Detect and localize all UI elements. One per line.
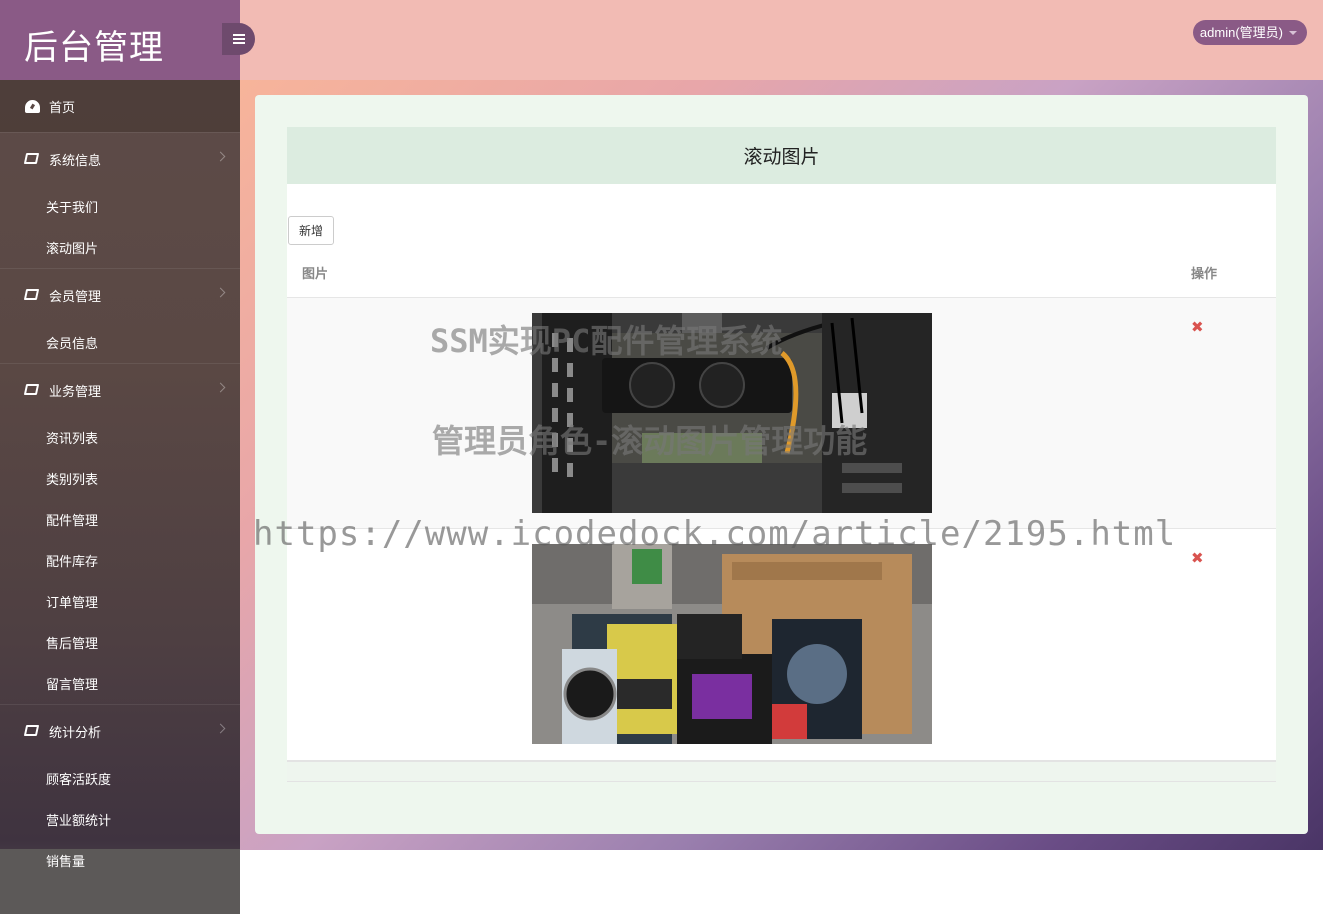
column-header-actions: 操作 bbox=[1191, 266, 1218, 281]
sidebar-item-scroll-images[interactable]: 滚动图片 bbox=[0, 227, 240, 268]
carousel-image bbox=[532, 313, 932, 513]
sidebar-item-label: 营业额统计 bbox=[46, 813, 112, 828]
sidebar-item-label: 会员信息 bbox=[46, 336, 99, 351]
sidebar-item-label: 关于我们 bbox=[46, 200, 99, 215]
add-button[interactable]: 新增 bbox=[288, 216, 334, 245]
sidebar-group-label: 会员管理 bbox=[49, 289, 102, 304]
carousel-image bbox=[532, 544, 932, 744]
sidebar-item-label: 首页 bbox=[49, 99, 76, 115]
sidebar-item-parts-management[interactable]: 配件管理 bbox=[0, 499, 240, 540]
user-menu-button[interactable]: admin(管理员) bbox=[1192, 20, 1307, 45]
sidebar-item-parts-inventory[interactable]: 配件库存 bbox=[0, 540, 240, 581]
sidebar-item-customer-activity[interactable]: 顾客活跃度 bbox=[0, 758, 240, 799]
top-header: admin(管理员) bbox=[240, 0, 1323, 80]
sidebar-group-member-management[interactable]: 会员管理 bbox=[0, 268, 240, 322]
table-row: ✖ bbox=[287, 298, 1276, 529]
sidebar-item-label: 配件库存 bbox=[46, 554, 99, 569]
chevron-right-icon bbox=[215, 382, 226, 393]
sidebar-group-system-info[interactable]: 系统信息 bbox=[0, 132, 240, 186]
caret-down-icon bbox=[1289, 31, 1297, 35]
card-body: 新增 图片 操作 ✖ ✖ bbox=[287, 184, 1276, 782]
sidebar-item-news-list[interactable]: 资讯列表 bbox=[0, 417, 240, 458]
column-header-image: 图片 bbox=[302, 266, 329, 281]
chevron-right-icon bbox=[215, 287, 226, 298]
app-title: 后台管理 bbox=[24, 28, 164, 68]
sidebar-item-label: 销售量 bbox=[46, 854, 86, 869]
sidebar-group-statistics[interactable]: 统计分析 bbox=[0, 704, 240, 758]
sidebar-item-messages[interactable]: 留言管理 bbox=[0, 663, 240, 704]
sidebar-item-category-list[interactable]: 类别列表 bbox=[0, 458, 240, 499]
chevron-right-icon bbox=[215, 151, 226, 162]
book-icon bbox=[23, 725, 41, 738]
book-icon bbox=[23, 384, 41, 397]
book-icon bbox=[23, 153, 41, 166]
sidebar-group-label: 统计分析 bbox=[49, 725, 102, 740]
delete-icon[interactable]: ✖ bbox=[1191, 320, 1204, 335]
sidebar-item-about-us[interactable]: 关于我们 bbox=[0, 186, 240, 227]
book-icon bbox=[23, 289, 41, 302]
sidebar: 后台管理 首页 系统信息 关于我们 滚动图片 会员管理 会员信息 业务管理 资讯… bbox=[0, 0, 240, 914]
sidebar-item-order-management[interactable]: 订单管理 bbox=[0, 581, 240, 622]
table-footer bbox=[287, 760, 1276, 782]
user-label: admin(管理员) bbox=[1199, 25, 1283, 40]
menu-icon bbox=[232, 34, 245, 44]
table-row: ✖ bbox=[287, 529, 1276, 760]
sidebar-item-label: 留言管理 bbox=[46, 677, 99, 692]
sidebar-item-sales-volume[interactable]: 销售量 bbox=[0, 840, 240, 881]
sidebar-item-label: 类别列表 bbox=[46, 472, 99, 487]
sidebar-item-label: 滚动图片 bbox=[46, 241, 99, 256]
logo-bar: 后台管理 bbox=[0, 0, 240, 80]
graphics-card-in-pc-case-photo bbox=[532, 313, 932, 513]
sidebar-item-revenue-stats[interactable]: 营业额统计 bbox=[0, 799, 240, 840]
sidebar-nav: 首页 系统信息 关于我们 滚动图片 会员管理 会员信息 业务管理 资讯列表 类别… bbox=[0, 80, 240, 881]
pc-components-boxes-photo bbox=[532, 544, 932, 744]
sidebar-item-home[interactable]: 首页 bbox=[0, 80, 240, 132]
delete-icon[interactable]: ✖ bbox=[1191, 551, 1204, 566]
sidebar-item-label: 售后管理 bbox=[46, 636, 99, 651]
sidebar-item-label: 订单管理 bbox=[46, 595, 99, 610]
main-panel: 滚动图片 新增 图片 操作 ✖ ✖ bbox=[255, 95, 1308, 834]
sidebar-item-label: 配件管理 bbox=[46, 513, 99, 528]
scroll-images-card: 滚动图片 新增 图片 操作 ✖ ✖ bbox=[287, 127, 1276, 783]
sidebar-item-label: 资讯列表 bbox=[46, 431, 99, 446]
sidebar-item-after-sales[interactable]: 售后管理 bbox=[0, 622, 240, 663]
sidebar-group-label: 系统信息 bbox=[49, 153, 102, 168]
card-title: 滚动图片 bbox=[287, 127, 1276, 184]
sidebar-toggle-button[interactable] bbox=[222, 23, 255, 55]
sidebar-group-business-management[interactable]: 业务管理 bbox=[0, 363, 240, 417]
sidebar-item-member-info[interactable]: 会员信息 bbox=[0, 322, 240, 363]
chevron-right-icon bbox=[215, 723, 226, 734]
dashboard-icon bbox=[25, 99, 41, 113]
sidebar-group-label: 业务管理 bbox=[49, 384, 102, 399]
sidebar-item-label: 顾客活跃度 bbox=[46, 772, 112, 787]
